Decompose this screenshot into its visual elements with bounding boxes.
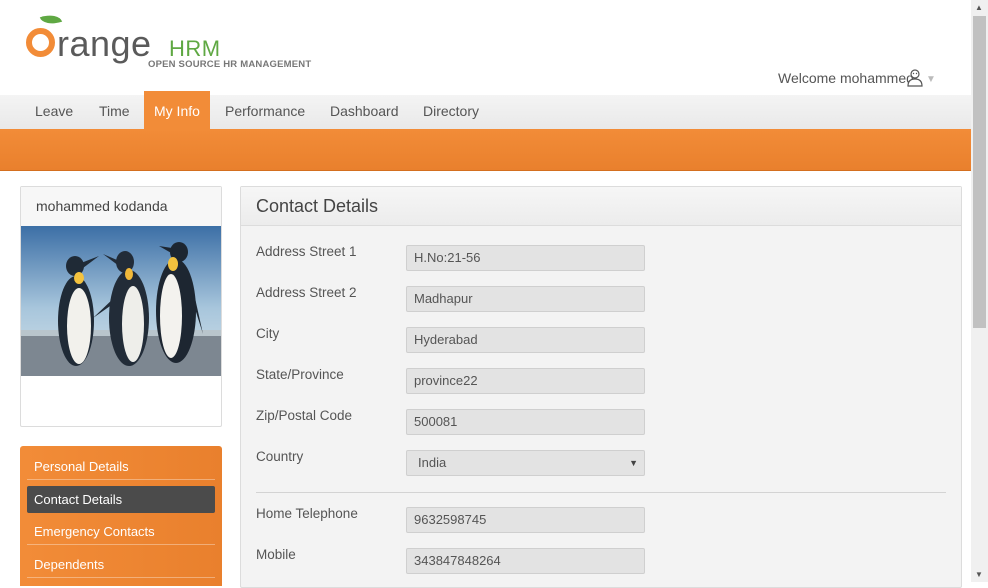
main-nav: Leave Time My Info Performance Dashboard… (0, 91, 971, 130)
chevron-down-icon[interactable]: ▼ (926, 74, 936, 85)
label-address-street-1: Address Street 1 (256, 244, 357, 259)
user-icon[interactable] (907, 69, 923, 87)
sub-nav-bar (0, 129, 971, 171)
side-menu: Personal Details Contact Details Emergen… (20, 446, 222, 586)
label-country: Country (256, 449, 304, 464)
label-home-telephone: Home Telephone (256, 506, 358, 521)
country-select-value: India (418, 455, 447, 470)
logo-tagline: OPEN SOURCE HR MANAGEMENT (148, 59, 312, 70)
nav-my-info[interactable]: My Info (144, 91, 210, 129)
panel-title: Contact Details (241, 187, 961, 226)
label-mobile: Mobile (256, 547, 296, 562)
section-divider (256, 492, 946, 493)
side-item-emergency-contacts[interactable]: Emergency Contacts (27, 518, 215, 545)
logo-hrm: HRM (169, 36, 221, 61)
label-zip-postal-code: Zip/Postal Code (256, 408, 353, 423)
profile-name: mohammed kodanda (21, 187, 221, 227)
city-input[interactable]: Hyderabad (406, 327, 645, 353)
address-street-1-input[interactable]: H.No:21-56 (406, 245, 645, 271)
label-state-province: State/Province (256, 367, 344, 382)
home-telephone-input[interactable]: 9632598745 (406, 507, 645, 533)
side-item-contact-details[interactable]: Contact Details (27, 486, 215, 513)
welcome-text[interactable]: Welcome mohammed (778, 70, 914, 86)
profile-photo[interactable] (21, 226, 221, 376)
scroll-thumb[interactable] (973, 16, 986, 328)
scroll-down-icon[interactable]: ▼ (975, 570, 983, 579)
address-street-2-input[interactable]: Madhapur (406, 286, 645, 312)
nav-leave[interactable]: Leave (25, 95, 83, 129)
logo-word: range (57, 23, 152, 64)
logo-o-icon (26, 28, 55, 57)
side-item-personal-details[interactable]: Personal Details (27, 453, 215, 480)
nav-directory[interactable]: Directory (413, 95, 489, 129)
contact-details-panel: Contact Details Address Street 1 H.No:21… (240, 186, 962, 588)
select-arrow-icon: ▼ (629, 458, 638, 468)
header: range HRM OPEN SOURCE HR MANAGEMENT Welc… (0, 0, 971, 95)
country-select[interactable]: India ▼ (406, 450, 645, 476)
mobile-input[interactable]: 343847848264 (406, 548, 645, 574)
label-address-street-2: Address Street 2 (256, 285, 357, 300)
nav-dashboard[interactable]: Dashboard (320, 95, 409, 129)
profile-card: mohammed kodanda (20, 186, 222, 427)
page-scrollbar[interactable]: ▲ ▼ (971, 0, 988, 582)
zip-postal-code-input[interactable]: 500081 (406, 409, 645, 435)
orangehrm-logo[interactable]: range HRM OPEN SOURCE HR MANAGEMENT (24, 11, 314, 74)
side-item-dependents[interactable]: Dependents (27, 551, 215, 578)
state-province-input[interactable]: province22 (406, 368, 645, 394)
label-city: City (256, 326, 280, 341)
nav-performance[interactable]: Performance (215, 95, 315, 129)
nav-time[interactable]: Time (89, 95, 140, 129)
scroll-up-icon[interactable]: ▲ (975, 3, 983, 12)
